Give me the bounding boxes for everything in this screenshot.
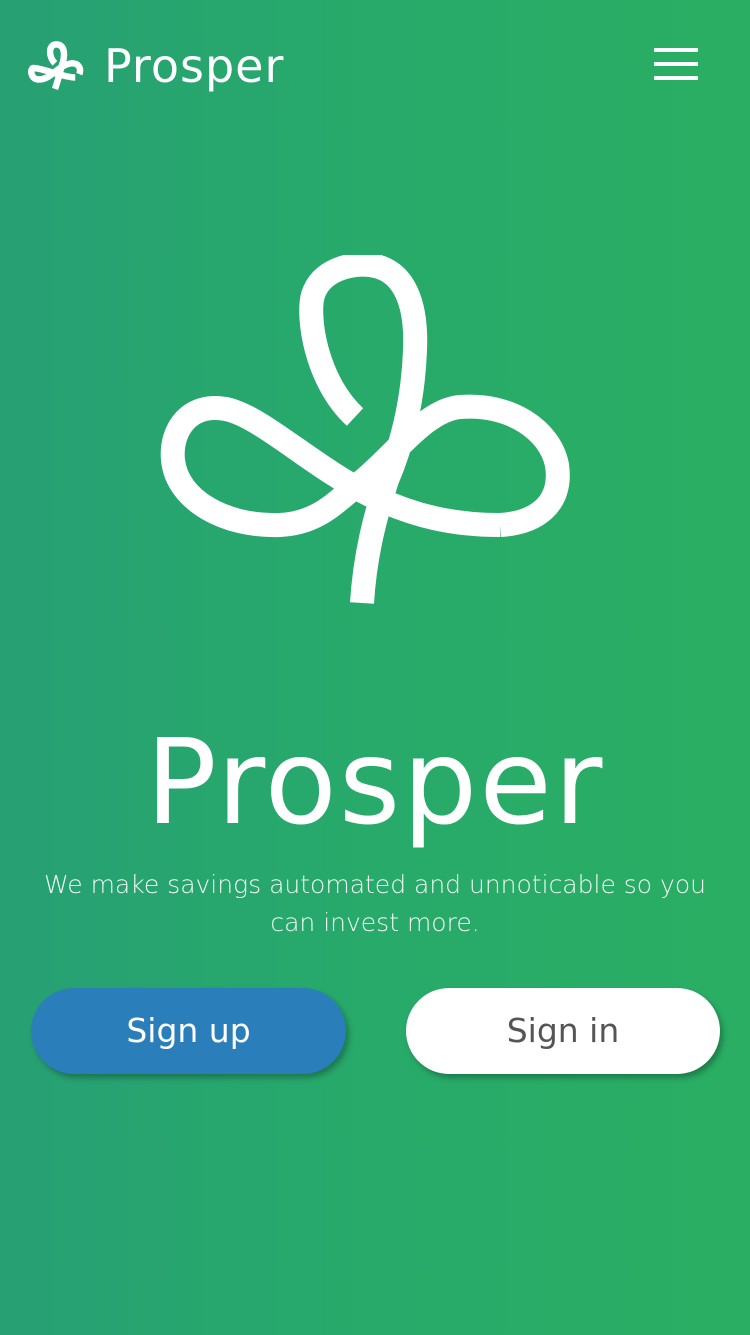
- prosper-leaf-icon: [28, 41, 84, 91]
- sign-in-button[interactable]: Sign in: [406, 988, 720, 1074]
- prosper-leaf-icon: [160, 255, 570, 604]
- top-bar: Prosper: [0, 0, 750, 130]
- landing-screen: Prosper Prosper We make savings automate…: [0, 0, 750, 1335]
- hero-title: Prosper: [145, 713, 605, 851]
- hamburger-menu-icon: [654, 62, 698, 66]
- brand-name: Prosper: [104, 39, 285, 93]
- hamburger-menu-icon: [654, 76, 698, 80]
- hamburger-menu-icon: [654, 48, 698, 52]
- sign-up-button[interactable]: Sign up: [31, 988, 346, 1074]
- brand[interactable]: Prosper: [28, 36, 284, 96]
- menu-button[interactable]: [650, 44, 702, 84]
- tagline: We make savings automated and unnoticabl…: [44, 870, 706, 937]
